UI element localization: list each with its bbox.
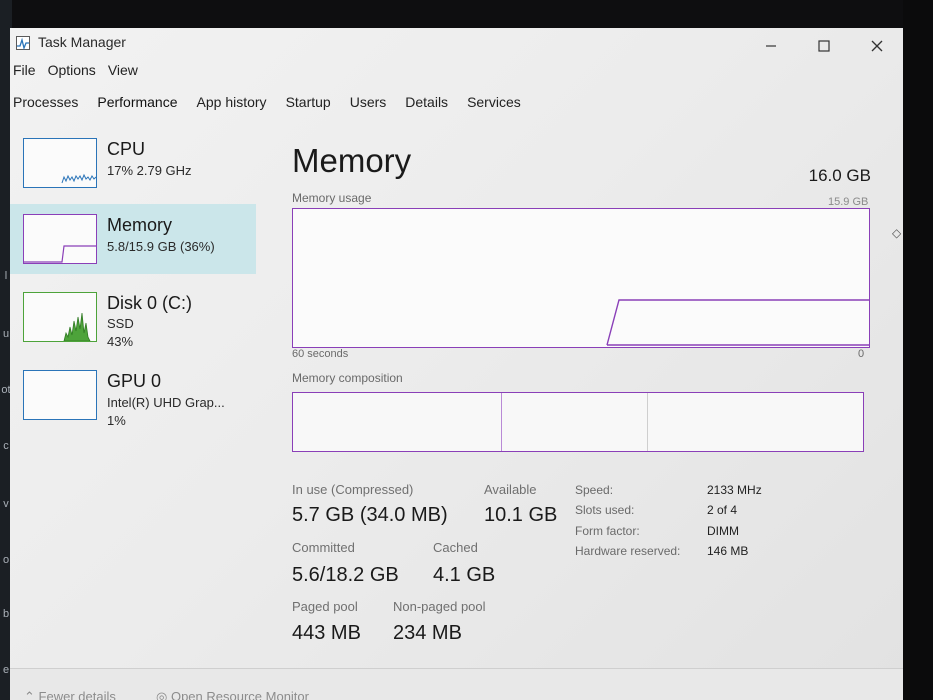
time-axis-label: 60 seconds (292, 348, 349, 360)
tab-startup[interactable]: Startup (283, 92, 334, 116)
non-paged-pool-value: 234 MB (393, 622, 462, 644)
menu-options[interactable]: Options (45, 62, 99, 84)
sidebar-item-detail: 5.8/15.9 GB (36%) (107, 239, 215, 254)
slots-used-label: Slots used: (575, 503, 635, 517)
form-factor-value: DIMM (707, 524, 739, 538)
tab-services[interactable]: Services (464, 92, 524, 116)
time-axis-end: 0 (858, 348, 865, 360)
window-title: Task Manager (38, 34, 126, 50)
available-label: Available (484, 482, 537, 497)
disk-sparkline (63, 312, 91, 342)
resource-sidebar: CPU 17% 2.79 GHz Memory 5.8/15.9 GB (36%… (10, 128, 256, 458)
memory-sparkline (24, 245, 96, 263)
cpu-mini-graph (23, 138, 97, 188)
menu-view[interactable]: View (105, 62, 141, 84)
sidebar-item-detail: 17% 2.79 GHz (107, 163, 192, 178)
fewer-details-label: Fewer details (38, 689, 116, 700)
hardware-reserved-value: 146 MB (707, 544, 749, 558)
available-value: 10.1 GB (484, 504, 558, 526)
tab-users[interactable]: Users (347, 92, 390, 116)
page-title: Memory (292, 142, 412, 179)
sidebar-item-usage: 1% (107, 413, 126, 428)
tab-performance[interactable]: Performance (94, 92, 180, 116)
sidebar-item-title: Memory (107, 215, 173, 235)
resource-monitor-icon: ◎ (156, 689, 168, 700)
speed-value: 2133 MHz (707, 483, 762, 497)
gpu-mini-graph (23, 370, 97, 420)
memory-composition-label: Memory composition (292, 371, 403, 385)
composition-standby-segment (503, 393, 648, 451)
committed-label: Committed (292, 540, 355, 555)
form-factor-label: Form factor: (575, 524, 640, 538)
open-resource-monitor-link[interactable]: ◎ Open Resource Monitor (156, 689, 309, 700)
tab-app-history[interactable]: App history (194, 92, 270, 116)
sidebar-item-detail: SSD (107, 316, 134, 331)
hardware-reserved-label: Hardware reserved: (575, 544, 681, 558)
close-icon (871, 40, 883, 52)
chevron-up-icon: ⌃ (24, 689, 35, 700)
sidebar-item-cpu[interactable]: CPU 17% 2.79 GHz (10, 128, 256, 198)
title-bar[interactable]: Task Manager (10, 28, 903, 58)
in-use-value: 5.7 GB (34.0 MB) (292, 504, 448, 526)
fewer-details-button[interactable]: ⌃ Fewer details (24, 689, 116, 700)
resize-handle-icon[interactable]: ◇→ (892, 226, 903, 240)
menu-file[interactable]: File (10, 62, 39, 84)
resource-monitor-label: Open Resource Monitor (170, 689, 309, 700)
sidebar-item-disk[interactable]: Disk 0 (C:) SSD 43% (10, 282, 256, 352)
maximize-button[interactable] (801, 34, 847, 58)
cached-label: Cached (433, 540, 478, 555)
tab-processes[interactable]: Processes (10, 92, 81, 116)
paged-pool-label: Paged pool (292, 599, 358, 614)
memory-mini-graph (23, 214, 97, 264)
sidebar-item-title: GPU 0 (107, 371, 162, 391)
non-paged-pool-label: Non-paged pool (393, 599, 486, 614)
disk-mini-graph (23, 292, 97, 342)
sidebar-item-gpu[interactable]: GPU 0 Intel(R) UHD Grap... 1% (10, 360, 256, 430)
memory-usage-max: 15.9 GB (828, 196, 869, 208)
minimize-icon (766, 45, 776, 47)
sidebar-item-detail: Intel(R) UHD Grap... (107, 395, 225, 410)
memory-usage-graph (292, 208, 870, 348)
memory-usage-line (606, 299, 869, 346)
speed-label: Speed: (575, 483, 614, 497)
memory-usage-label: Memory usage (292, 191, 372, 205)
committed-value: 5.6/18.2 GB (292, 564, 399, 586)
cpu-sparkline (61, 173, 97, 184)
maximize-icon (818, 40, 830, 52)
tab-strip: Processes Performance App history Startu… (10, 92, 537, 116)
task-manager-icon (16, 36, 30, 50)
sidebar-item-title: CPU (107, 139, 146, 159)
memory-composition-bar (292, 392, 864, 452)
cached-value: 4.1 GB (433, 564, 496, 586)
total-memory: 16.0 GB (808, 166, 871, 185)
tab-details[interactable]: Details (402, 92, 451, 116)
status-bar: ⌃ Fewer details ◎ Open Resource Monitor (10, 668, 903, 700)
composition-in-use-segment (293, 393, 502, 451)
slots-used-value: 2 of 4 (707, 503, 738, 517)
close-button[interactable] (854, 34, 900, 58)
minimize-button[interactable] (748, 34, 794, 58)
in-use-label: In use (Compressed) (292, 482, 414, 497)
task-manager-window: Task Manager File Options View Processes… (10, 28, 903, 700)
screen-bezel-right (903, 0, 933, 700)
sidebar-item-title: Disk 0 (C:) (107, 293, 192, 313)
sidebar-item-memory[interactable]: Memory 5.8/15.9 GB (36%) (10, 204, 256, 274)
sidebar-item-usage: 43% (107, 334, 134, 349)
paged-pool-value: 443 MB (292, 622, 361, 644)
menu-bar: File Options View (10, 62, 147, 84)
